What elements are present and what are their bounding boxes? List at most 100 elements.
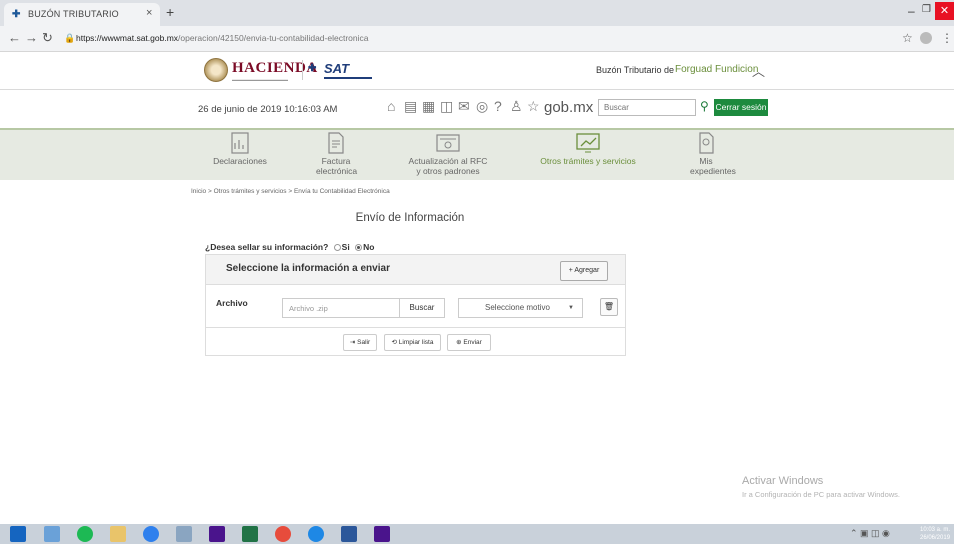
internet-explorer-icon[interactable] (143, 526, 159, 542)
panel-header: Seleccione la información a enviar + Agr… (206, 255, 625, 285)
gobmx-logo[interactable]: gob.mx (544, 99, 593, 116)
sat-wordmark: SAT (324, 61, 350, 76)
help-icon[interactable]: ? (494, 98, 502, 114)
taskbar-clock[interactable]: 10:03 a. m. 26/06/2019 (920, 526, 950, 542)
reload-icon[interactable]: ↻ (42, 30, 53, 46)
radio-si[interactable] (333, 244, 341, 251)
reason-select[interactable]: Seleccione motivo ▼ (458, 298, 583, 318)
send-button[interactable]: ⊕ Enviar (447, 334, 491, 351)
app-purple-icon[interactable] (209, 526, 225, 542)
browser-menu-icon[interactable]: ⋮ (941, 31, 953, 45)
tab-close-icon[interactable]: × (146, 7, 152, 19)
header-divider (0, 89, 954, 90)
seal-question-label: ¿Desea sellar su información? (205, 242, 329, 252)
logo-divider (302, 60, 303, 80)
app-purple-icon-2[interactable] (374, 526, 390, 542)
mail-icon[interactable]: ✉ (458, 98, 470, 115)
url-field[interactable]: https://wwwmat.sat.gob.mx/operacion/4215… (76, 33, 368, 43)
tab-title: BUZÓN TRIBUTARIO (28, 9, 119, 19)
reason-select-value: Seleccione motivo (485, 303, 550, 312)
radio-no[interactable] (355, 244, 363, 251)
clear-icon: ⟲ (391, 339, 399, 346)
home-icon[interactable]: ⌂ (387, 98, 395, 114)
system-tray-icons[interactable]: ⌃ ▣ ◫ ◉ (850, 528, 890, 539)
upload-panel: Seleccione la información a enviar + Agr… (205, 254, 626, 356)
radio-si-label: Si (341, 242, 350, 252)
seal-question: ¿Desea sellar su información? Si No (205, 242, 374, 252)
forward-arrow-icon[interactable]: → (25, 30, 38, 45)
search-input[interactable] (598, 99, 696, 116)
menu-item-factura[interactable]: Factura electrónica (304, 130, 368, 180)
word-icon[interactable] (341, 526, 357, 542)
breadcrumb[interactable]: Inicio > Otros trámites y servicios > En… (191, 188, 390, 195)
current-datetime: 26 de junio de 2019 10:16:03 AM (198, 104, 338, 115)
bookmark-star-icon[interactable]: ☆ (902, 31, 913, 45)
buzon-user-name[interactable]: Forguad Fundicion (675, 64, 758, 75)
search-icon[interactable]: ⚲ (700, 99, 709, 113)
hacienda-seal-icon (204, 58, 228, 82)
menu-label: Factura electrónica (316, 156, 358, 176)
menu-item-otros-tramites[interactable]: Otros trámites y servicios (536, 130, 640, 180)
windows-start-icon[interactable] (10, 526, 26, 542)
menu-label: Mis expedientes (690, 156, 736, 176)
maximize-icon[interactable]: ❐ (922, 4, 931, 15)
caret-down-icon: ▼ (568, 305, 574, 311)
notices-icon[interactable]: ▤ (404, 98, 417, 115)
back-arrow-icon[interactable]: ← (8, 30, 21, 45)
file-label: Archivo (216, 298, 248, 308)
add-button[interactable]: + Agregar (560, 261, 608, 281)
clear-label: Limpiar lista (398, 339, 434, 346)
file-input[interactable]: Archivo .zip (282, 298, 400, 318)
folder-icon[interactable] (110, 526, 126, 542)
clock-date: 26/06/2019 (920, 535, 951, 541)
user-icon[interactable]: ♙ (510, 98, 523, 115)
hacienda-subtitle-decor: ▬▬▬▬▬▬▬▬▬▬▬▬▬▬ (232, 77, 288, 82)
minimize-icon[interactable]: – (908, 4, 915, 18)
favorite-star-icon[interactable]: ☆ (527, 98, 540, 115)
menu-item-rfc[interactable]: Actualización al RFC y otros padrones (393, 130, 503, 180)
file-icon (699, 132, 714, 154)
explorer-icon[interactable] (44, 526, 60, 542)
menu-label: Declaraciones (213, 156, 267, 166)
chrome-icon[interactable] (275, 526, 291, 542)
window-close-icon[interactable]: ✕ (935, 2, 954, 20)
sat-underline (324, 77, 372, 79)
profile-avatar[interactable] (920, 32, 932, 44)
monitor-chart-icon (576, 133, 600, 153)
menu-item-expedientes[interactable]: Mis expedientes (676, 130, 736, 180)
main-menu: Declaraciones Factura electrónica Actual… (0, 128, 954, 180)
activation-watermark-title: Activar Windows (742, 475, 824, 487)
panel-title: Seleccione la información a enviar (226, 263, 390, 274)
spotify-icon[interactable] (77, 526, 93, 542)
radio-no-label: No (363, 242, 375, 252)
menu-label: Actualización al RFC y otros padrones (408, 156, 488, 176)
exit-button[interactable]: ⇥ Salir (343, 334, 377, 351)
id-card-icon (436, 134, 460, 152)
chart-document-icon (231, 132, 249, 154)
exit-label: Salir (357, 339, 371, 346)
url-host: https://wwwmat.sat.gob.mx (76, 33, 179, 43)
app-icon[interactable] (176, 526, 192, 542)
telegram-icon[interactable] (308, 526, 324, 542)
browser-tab[interactable]: ✚ BUZÓN TRIBUTARIO × (4, 3, 160, 26)
new-tab-button[interactable]: + (166, 4, 174, 20)
delete-trash-icon[interactable]: 🗑 (600, 298, 618, 316)
panel-footer: ⇥ Salir ⟲ Limpiar lista ⊕ Enviar (206, 327, 625, 355)
hacienda-wordmark: HACIENDA (232, 60, 318, 76)
sat-favicon-icon: ✚ (12, 9, 21, 20)
logout-button[interactable]: Cerrar sesión (714, 99, 768, 116)
calendar-icon[interactable]: ▦ (422, 98, 435, 115)
clear-list-button[interactable]: ⟲ Limpiar lista (384, 334, 441, 351)
buzon-label: Buzón Tributario de (596, 65, 675, 75)
menu-item-declaraciones[interactable]: Declaraciones (208, 130, 272, 180)
send-label: Enviar (463, 339, 482, 346)
menu-label: Otros trámites y servicios (540, 156, 636, 166)
book-icon[interactable]: ◫ (440, 98, 453, 115)
excel-icon[interactable] (242, 526, 258, 542)
compass-icon[interactable]: ◎ (476, 98, 488, 115)
chevron-up-icon[interactable]: ︿ (752, 61, 765, 80)
browse-button[interactable]: Buscar (399, 298, 445, 318)
activation-watermark-text: Ir a Configuración de PC para activar Wi… (742, 490, 900, 499)
sat-mark-icon: ✚ (308, 63, 317, 74)
page-title: Envío de Información (355, 212, 465, 224)
